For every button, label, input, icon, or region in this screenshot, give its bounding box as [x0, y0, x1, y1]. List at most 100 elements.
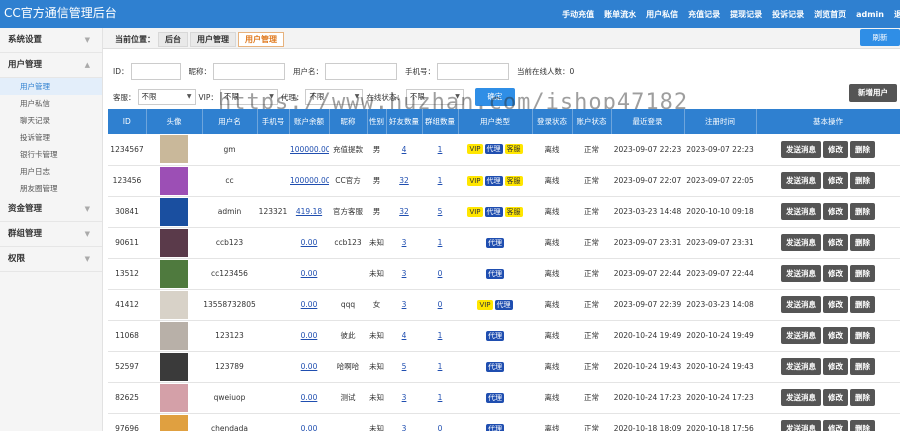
cell-login-status: 离线: [532, 413, 572, 431]
nav-admin-user[interactable]: admin: [856, 10, 884, 19]
nickname-input[interactable]: [213, 63, 285, 80]
table-row: 41412 13558732805 0.00 qqq 女 3 0 VIP 代理 离线 正常 2023-…: [108, 289, 900, 321]
sidebar-item-bank-cards[interactable]: 银行卡管理: [0, 146, 102, 163]
friends-link[interactable]: 3: [402, 269, 407, 278]
send-message-button[interactable]: 发送消息: [781, 327, 821, 344]
friends-link[interactable]: 5: [402, 362, 407, 371]
sidebar-group-users[interactable]: 用户管理 ▲: [0, 53, 102, 78]
edit-button[interactable]: 修改: [823, 203, 848, 220]
username-input[interactable]: [325, 63, 397, 80]
groups-link[interactable]: 1: [438, 393, 443, 402]
nav-recharge-records[interactable]: 充值记录: [688, 9, 720, 20]
nav-withdraw-records[interactable]: 提现记录: [730, 9, 762, 20]
delete-button[interactable]: 删除: [850, 203, 875, 220]
delete-button[interactable]: 删除: [850, 234, 875, 251]
delete-button[interactable]: 删除: [850, 140, 875, 158]
edit-button[interactable]: 修改: [823, 140, 848, 158]
edit-button[interactable]: 修改: [823, 172, 848, 189]
sidebar-group-groups[interactable]: 群组管理 ▼: [0, 222, 102, 247]
send-message-button[interactable]: 发送消息: [781, 172, 821, 189]
friends-link[interactable]: 3: [402, 393, 407, 402]
delete-button[interactable]: 删除: [850, 420, 875, 431]
add-user-button[interactable]: 新增用户: [849, 84, 897, 102]
edit-button[interactable]: 修改: [823, 420, 848, 431]
friends-link[interactable]: 4: [402, 145, 407, 154]
nav-manual-recharge[interactable]: 手动充值: [562, 9, 594, 20]
send-message-button[interactable]: 发送消息: [781, 358, 821, 375]
edit-button[interactable]: 修改: [823, 234, 848, 251]
groups-link[interactable]: 0: [438, 424, 443, 431]
send-message-button[interactable]: 发送消息: [781, 420, 821, 431]
nav-browse-home[interactable]: 浏览首页: [814, 9, 846, 20]
friends-link[interactable]: 32: [399, 207, 409, 216]
delete-button[interactable]: 删除: [850, 327, 875, 344]
id-input[interactable]: [130, 63, 181, 80]
friends-link[interactable]: 32: [399, 176, 409, 185]
nav-bill-flow[interactable]: 账单流水: [604, 9, 636, 20]
sidebar-item-user-messages[interactable]: 用户私信: [0, 95, 102, 112]
send-message-button[interactable]: 发送消息: [781, 265, 821, 282]
col-header-reg-time: 注册时间: [684, 109, 757, 134]
groups-link[interactable]: 0: [438, 300, 443, 309]
send-message-button[interactable]: 发送消息: [781, 389, 821, 406]
sidebar-item-moments[interactable]: 朋友圈管理: [0, 180, 102, 197]
balance-link[interactable]: 100000.00: [290, 145, 329, 154]
col-header-actions: 基本操作: [756, 109, 900, 134]
phone-input[interactable]: [437, 63, 509, 80]
edit-button[interactable]: 修改: [823, 265, 848, 282]
edit-button[interactable]: 修改: [823, 358, 848, 375]
nav-logout[interactable]: 退出: [894, 9, 900, 20]
nav-user-messages[interactable]: 用户私信: [646, 9, 678, 20]
vip-select[interactable]: 不限 ▼: [219, 89, 278, 105]
cell-reg-time: 2023-09-07 23:31: [684, 227, 756, 259]
send-message-button[interactable]: 发送消息: [781, 203, 821, 220]
breadcrumb-home[interactable]: 后台: [158, 32, 188, 47]
delete-button[interactable]: 删除: [850, 172, 875, 189]
groups-link[interactable]: 1: [438, 176, 443, 185]
send-message-button[interactable]: 发送消息: [781, 296, 821, 313]
friends-link[interactable]: 3: [402, 424, 407, 431]
balance-link[interactable]: 0.00: [301, 393, 318, 402]
delete-button[interactable]: 删除: [850, 389, 875, 406]
balance-link[interactable]: 0.00: [301, 362, 318, 371]
send-message-button[interactable]: 发送消息: [781, 234, 821, 251]
balance-link[interactable]: 0.00: [301, 331, 318, 340]
balance-link[interactable]: 0.00: [301, 238, 318, 247]
sidebar-item-user-logs[interactable]: 用户日志: [0, 163, 102, 180]
sidebar-group-permissions[interactable]: 权限 ▼: [0, 247, 102, 272]
balance-link[interactable]: 0.00: [301, 300, 318, 309]
agent-select[interactable]: 不限 ▼: [305, 89, 364, 105]
balance-link[interactable]: 0.00: [301, 424, 318, 431]
groups-link[interactable]: 1: [438, 145, 443, 154]
friends-link[interactable]: 3: [402, 238, 407, 247]
delete-button[interactable]: 删除: [850, 296, 875, 313]
online-select[interactable]: 不限 ▼: [405, 89, 464, 105]
breadcrumb-users[interactable]: 用户管理: [190, 32, 236, 47]
send-message-button[interactable]: 发送消息: [781, 140, 821, 158]
submit-button[interactable]: 确定: [474, 88, 515, 106]
balance-link[interactable]: 0.00: [301, 269, 318, 278]
sidebar-item-chat-records[interactable]: 聊天记录: [0, 112, 102, 129]
balance-link[interactable]: 419.18: [296, 207, 322, 216]
groups-link[interactable]: 1: [438, 362, 443, 371]
groups-link[interactable]: 5: [438, 207, 443, 216]
groups-link[interactable]: 0: [438, 269, 443, 278]
nav-complaint-records[interactable]: 投诉记录: [772, 9, 804, 20]
sidebar-item-complaints[interactable]: 投诉管理: [0, 129, 102, 146]
edit-button[interactable]: 修改: [823, 389, 848, 406]
edit-button[interactable]: 修改: [823, 296, 848, 313]
edit-button[interactable]: 修改: [823, 327, 848, 344]
refresh-button[interactable]: 刷新: [860, 29, 900, 46]
cell-login-status: 离线: [532, 351, 572, 383]
groups-link[interactable]: 1: [438, 238, 443, 247]
delete-button[interactable]: 删除: [850, 358, 875, 375]
balance-link[interactable]: 100000.00: [290, 176, 329, 185]
friends-link[interactable]: 4: [402, 331, 407, 340]
groups-link[interactable]: 1: [438, 331, 443, 340]
friends-link[interactable]: 3: [402, 300, 407, 309]
cs-select[interactable]: 不限 ▼: [137, 89, 196, 105]
sidebar-item-user-manage[interactable]: 用户管理: [0, 78, 102, 95]
sidebar-group-system[interactable]: 系统设置 ▼: [0, 28, 102, 53]
sidebar-group-funds[interactable]: 资金管理 ▼: [0, 197, 102, 222]
delete-button[interactable]: 删除: [850, 265, 875, 282]
